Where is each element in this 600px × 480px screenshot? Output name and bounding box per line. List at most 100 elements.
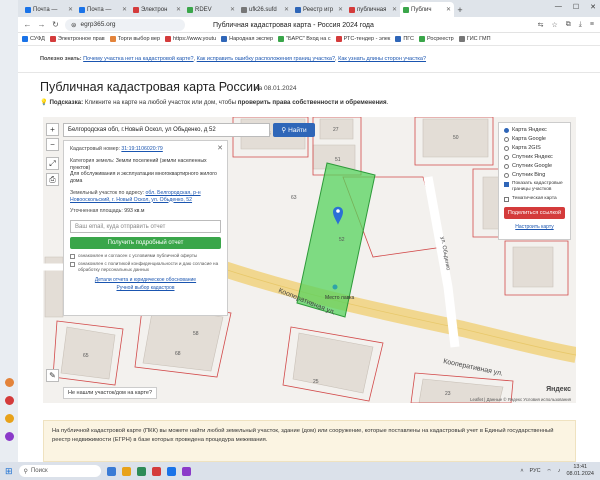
cadastral-number-link[interactable]: 31:19:1106020:79 [121,146,162,152]
bookmark-item[interactable]: РТС-тендер - элек [335,36,390,42]
bookmark-item[interactable]: ГИС ГМП [458,36,491,42]
close-tab-icon[interactable]: ✕ [230,6,235,13]
layer-option[interactable]: Карта Google [504,136,565,142]
app-icon[interactable] [5,414,14,423]
app-icon[interactable] [5,432,14,441]
app-icon[interactable] [151,466,161,476]
bookmark-item[interactable]: https://www.youtu [165,36,216,42]
bookmark-item[interactable]: ПГС [395,36,414,42]
bookmark-item[interactable]: Росреестр [419,36,454,42]
close-tab-icon[interactable]: ✕ [338,6,343,13]
bookmark-item[interactable]: "БАРС" Вход на с [278,36,331,42]
layer-option[interactable]: Спутник Bing [504,172,565,178]
url-field[interactable]: ⊜ egrp365.org [65,18,185,31]
forward-icon[interactable]: → [37,20,46,29]
browser-tab[interactable]: Почта — ✕ [76,2,130,17]
thematic-map-checkbox[interactable]: Тематическая карта [504,196,565,202]
bookmark-item[interactable]: СУФД [22,36,45,42]
reload-icon[interactable]: ↻ [51,20,60,29]
app-icon[interactable] [166,466,176,476]
ruler-icon[interactable]: ✎ [46,369,59,382]
email-field[interactable]: Ваш email, куда отправить отчет [70,220,221,233]
language-indicator[interactable]: РУС [530,468,541,474]
not-found-button[interactable]: Не нашли участок/дом на карте? [63,387,158,399]
checkbox[interactable] [504,182,509,187]
browser-tab[interactable]: RDEV ✕ [184,2,238,17]
browser-tab[interactable]: Электрон ✕ [130,2,184,17]
layer-option[interactable]: Карта Яндекс [504,127,565,133]
privacy-consent[interactable]: ознакомлен с политикой конфиденциальност… [70,261,221,272]
checkbox[interactable] [504,196,509,202]
close-tab-icon[interactable]: ✕ [68,6,73,13]
show-borders-checkbox[interactable]: Показать кадастровые границы участков [504,181,565,193]
maximize-icon[interactable]: ☐ [573,3,579,11]
radio-button[interactable] [504,145,509,151]
translate-icon[interactable]: ⇆ [538,21,544,29]
layer-option[interactable]: Спутник Google [504,163,565,169]
volume-icon[interactable]: ♪ [558,468,561,474]
bookmark-item[interactable]: Электронное прав [49,36,105,42]
file-explorer-icon[interactable] [121,466,131,476]
close-icon[interactable]: ✕ [217,144,223,152]
clock[interactable]: 13:41 08.01.2024 [566,464,594,478]
extensions-icon[interactable]: ⧉ [566,21,571,29]
close-tab-icon[interactable]: ✕ [392,6,397,13]
close-tab-icon[interactable]: ✕ [176,6,181,13]
radio-button[interactable] [504,127,509,133]
browser-tab[interactable]: Почта — ✕ [22,2,76,17]
taskbar-search[interactable]: ⚲ Поиск [18,465,101,477]
app-icon[interactable] [181,466,191,476]
browser-tab[interactable]: Реестр игр ✕ [292,2,346,17]
address-search-input[interactable]: Белгородская обл, г.Новый Оскол, ул Обьд… [63,123,270,137]
browser-tab[interactable]: публичная ✕ [346,2,400,17]
toolbar-icons: ⇆ ☆ ⧉ ⤓ ≡ [538,21,594,29]
bookmark-item[interactable]: Народная экспер [221,36,273,42]
fullscreen-icon[interactable]: ⤢ [46,157,59,170]
poi-marker-icon[interactable] [332,284,338,290]
cadastral-map[interactable]: 53 27 51 50 61 63 52 58 68 65 25 23 Кооп… [43,117,576,403]
radio-button[interactable] [504,163,509,169]
chrome-icon[interactable] [136,466,146,476]
report-details-link[interactable]: Детали отчета и юридическое обоснование [70,277,221,285]
zoom-out-icon[interactable]: − [46,138,59,151]
chevron-up-icon[interactable]: ˄ [520,468,523,474]
close-icon[interactable]: ✕ [590,3,596,11]
checkbox[interactable] [70,262,75,267]
new-tab-button[interactable]: + [454,5,466,15]
find-button[interactable]: ⚲ Найти [273,123,315,137]
layer-option[interactable]: Карта 2GIS [504,145,565,151]
radio-button[interactable] [504,172,509,178]
site-info-icon[interactable]: ⊜ [71,21,76,29]
get-report-button[interactable]: Получить подробный отчет [70,237,221,249]
checkbox[interactable] [70,254,75,259]
back-icon[interactable]: ← [23,20,32,29]
close-tab-icon[interactable]: ✕ [284,6,289,13]
radio-button[interactable] [504,154,509,160]
menu-icon[interactable]: ≡ [590,21,594,29]
zoom-in-icon[interactable]: + [46,123,59,136]
app-icon[interactable] [5,378,14,387]
radio-button[interactable] [504,136,509,142]
bookmark-item[interactable]: Торги выбор вер [109,36,160,42]
share-link-button[interactable]: Поделиться ссылкой [504,206,565,219]
layer-option[interactable]: Спутник Яндекс [504,154,565,160]
offer-consent[interactable]: ознакомлен и согласен с условиями публич… [70,253,221,259]
manual-select-link[interactable]: Ручной выбор кадастров [70,285,221,293]
windows-start-icon[interactable]: ⊞ [5,466,13,477]
info-link[interactable]: Как исправить ошибку расположения границ… [197,56,335,62]
info-link[interactable]: Почему участка нет на кадастровой карте? [83,56,193,62]
app-icon[interactable] [5,396,14,405]
minimize-icon[interactable]: — [555,3,562,11]
network-icon[interactable]: ⌔ [547,468,552,475]
star-icon[interactable]: ☆ [552,21,558,29]
close-tab-icon[interactable]: ✕ [446,6,451,13]
close-tab-icon[interactable]: ✕ [122,6,127,13]
configure-map-link[interactable]: Настроить карту [504,224,565,230]
info-link[interactable]: Как узнать длины сторон участка? [338,56,426,62]
lightbulb-icon: 💡 [40,99,48,106]
browser-tab[interactable]: ufk26.sufd ✕ [238,2,292,17]
browser-tab[interactable]: Публич ✕ [400,2,454,17]
print-icon[interactable]: ⎙ [46,173,59,186]
task-view-icon[interactable] [106,466,116,476]
downloads-icon[interactable]: ⤓ [579,21,582,29]
